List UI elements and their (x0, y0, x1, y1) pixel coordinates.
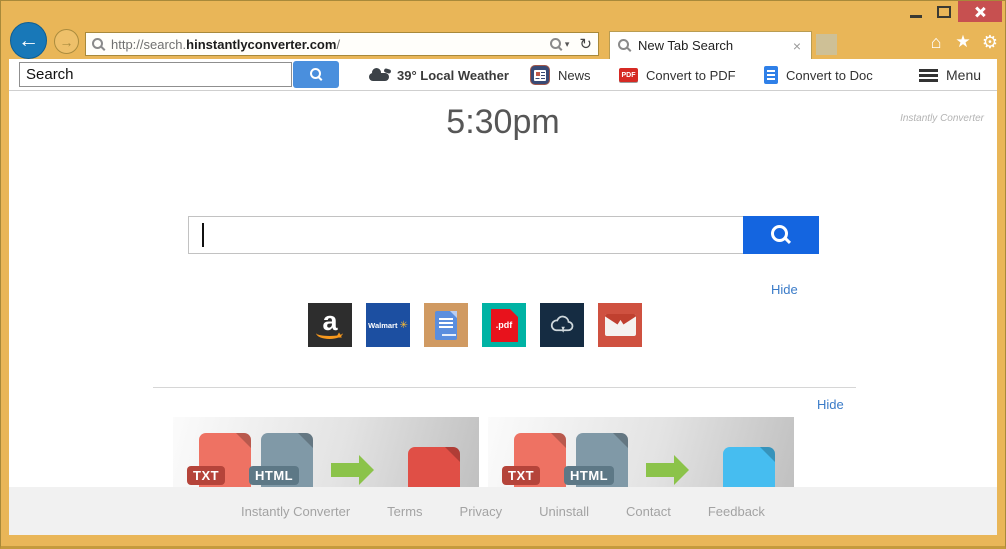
url-suffix: / (336, 37, 340, 52)
maximize-button[interactable] (931, 2, 957, 22)
maximize-icon (937, 6, 951, 18)
section-divider (153, 387, 856, 388)
back-icon: ← (18, 29, 39, 53)
footer-link-instantly-converter[interactable]: Instantly Converter (241, 504, 350, 519)
doc-icon (764, 66, 778, 84)
news-icon (530, 65, 550, 85)
toolbar-search-button[interactable] (293, 61, 339, 88)
txt-file-icon: TXT (514, 433, 566, 491)
footer-link-uninstall[interactable]: Uninstall (539, 504, 589, 519)
refresh-icon[interactable]: ↻ (579, 35, 592, 53)
search-icon (310, 68, 323, 81)
cloud-filter-icon (548, 311, 576, 339)
toolbar-item-news[interactable]: News (530, 59, 591, 91)
tab-title: New Tab Search (638, 38, 791, 53)
banner-row: TXT HTML TXT HTML (173, 417, 794, 491)
home-icon[interactable]: ⌂ (924, 31, 948, 53)
footer-link-privacy[interactable]: Privacy (460, 504, 503, 519)
url-domain: hinstantlyconverter.com (186, 37, 336, 52)
hamburger-icon (919, 69, 938, 82)
newspaper-icon (534, 70, 546, 81)
search-icon (771, 225, 791, 245)
shortcut-doc-converter[interactable] (424, 303, 468, 347)
txt-label: TXT (502, 466, 540, 485)
html-label: HTML (249, 466, 299, 485)
url-prefix: http://search. (111, 37, 186, 52)
html-file-icon: HTML (261, 433, 313, 491)
pdf-file-icon: .pdf (491, 309, 518, 342)
weather-label: 39° Local Weather (397, 68, 509, 83)
envelope-icon (605, 314, 636, 336)
settings-icon[interactable]: ⚙ (978, 31, 1002, 53)
site-toolbar: 39° Local Weather News PDF Convert to PD… (9, 59, 997, 91)
convert-to-pdf-label: Convert to PDF (646, 68, 736, 83)
main-search-input[interactable] (188, 216, 743, 254)
footer-link-feedback[interactable]: Feedback (708, 504, 765, 519)
shortcut-walmart[interactable]: Walmart ✳ (366, 303, 410, 347)
new-tab-button[interactable] (816, 34, 837, 55)
footer-link-terms[interactable]: Terms (387, 504, 422, 519)
menu-label: Menu (946, 67, 981, 83)
html-file-icon: HTML (576, 433, 628, 491)
green-arrow-icon (646, 463, 674, 477)
toolbar-item-weather[interactable]: 39° Local Weather (369, 59, 509, 91)
convert-to-doc-label: Convert to Doc (786, 68, 873, 83)
tab-close-icon[interactable]: × (791, 38, 803, 54)
html-label: HTML (564, 466, 614, 485)
document-icon (435, 311, 457, 340)
main-search-form (188, 216, 819, 254)
news-label: News (558, 68, 591, 83)
back-button[interactable]: ← (10, 22, 47, 59)
shortcut-pdf-converter[interactable]: .pdf (482, 303, 526, 347)
hide-shortcuts-link[interactable]: Hide (771, 282, 798, 297)
toolbar-search-input[interactable] (19, 62, 292, 87)
close-button[interactable] (958, 1, 1002, 22)
walmart-spark-icon: ✳ (399, 320, 407, 331)
green-arrow-icon (331, 463, 359, 477)
main-search-button[interactable] (743, 216, 819, 254)
amazon-smile-icon (316, 327, 343, 339)
footer: Instantly Converter Terms Privacy Uninst… (9, 487, 997, 535)
text-cursor (202, 223, 204, 247)
forward-button[interactable]: → (54, 29, 79, 54)
browser-tab[interactable]: New Tab Search × (609, 31, 812, 59)
promo-banner-txt-to-pdf[interactable]: TXT HTML (173, 417, 479, 491)
output-file-icon (723, 447, 775, 491)
txt-file-icon: TXT (199, 433, 251, 491)
weather-cloud-icon (369, 73, 389, 81)
url-text: http://search.hinstantlyconverter.com/ (111, 37, 550, 52)
minimize-icon (910, 15, 922, 18)
promo-banner-txt-to-doc[interactable]: TXT HTML (488, 417, 794, 491)
walmart-logo: Walmart (368, 321, 397, 330)
shortcut-gmail[interactable] (598, 303, 642, 347)
search-icon (92, 38, 105, 51)
address-bar[interactable]: http://search.hinstantlyconverter.com/ ▾… (85, 32, 599, 56)
hide-banners-link[interactable]: Hide (817, 397, 844, 412)
toolbar-item-convert-to-doc[interactable]: Convert to Doc (764, 59, 873, 91)
shortcut-cloud-converter[interactable] (540, 303, 584, 347)
clock-display: 5:30pm (9, 103, 997, 142)
output-file-icon (408, 447, 460, 491)
toolbar-item-convert-to-pdf[interactable]: PDF Convert to PDF (619, 59, 736, 91)
shortcut-row: a Walmart ✳ .pdf (308, 303, 642, 347)
pdf-icon: PDF (619, 68, 638, 82)
minimize-button[interactable] (903, 2, 929, 22)
browser-window: ← → http://search.hinstantlyconverter.co… (0, 0, 1006, 549)
favorites-icon[interactable]: ★ (951, 31, 975, 53)
txt-label: TXT (187, 466, 225, 485)
forward-icon: → (60, 34, 74, 50)
shortcut-amazon[interactable]: a (308, 303, 352, 347)
search-dropdown-icon[interactable] (550, 38, 563, 51)
pdf-label: .pdf (496, 320, 513, 330)
tab-search-icon (618, 39, 631, 52)
menu-button[interactable]: Menu (919, 59, 981, 91)
footer-link-contact[interactable]: Contact (626, 504, 671, 519)
page-content: 39° Local Weather News PDF Convert to PD… (9, 59, 997, 535)
close-icon (974, 6, 986, 18)
chevron-down-icon[interactable]: ▾ (565, 39, 570, 50)
